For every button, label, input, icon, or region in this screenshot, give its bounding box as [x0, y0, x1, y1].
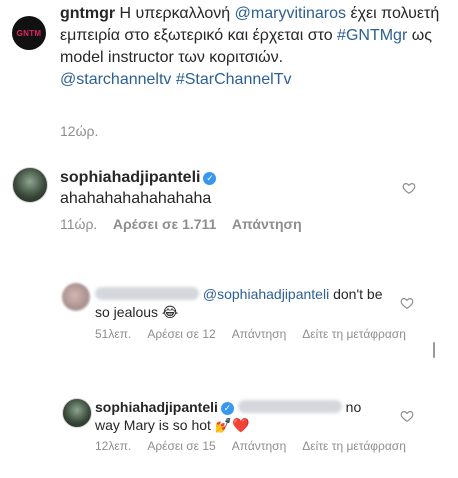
- caption-mention-mary[interactable]: @maryvitinaros: [235, 5, 346, 22]
- comment-reply-button[interactable]: Απάντηση: [232, 216, 302, 232]
- comment-username[interactable]: sophiahadjipanteli: [60, 169, 200, 186]
- verified-badge-icon: ✓: [220, 402, 234, 415]
- reply-1-username-blurred[interactable]: [95, 287, 199, 300]
- reply-2-avatar[interactable]: [62, 398, 92, 428]
- caption-text-1: Η υπερκαλλονή: [115, 5, 235, 22]
- comment-avatar[interactable]: [12, 167, 48, 203]
- reply-2-body: sophiahadjipanteli ✓ no way Mary is so ho…: [95, 398, 385, 434]
- heart-outline-icon[interactable]: [402, 181, 416, 195]
- reply-1-time: 51λεπ.: [95, 327, 132, 341]
- reply-2-reply-button[interactable]: Απάντηση: [232, 439, 287, 453]
- comment-time: 11ώρ.: [60, 216, 98, 232]
- post-caption: gntmgr Η υπερκαλλονή @maryvitinaros έχει…: [60, 3, 450, 91]
- reply-2-likes[interactable]: Αρέσει σε 15: [147, 439, 215, 453]
- reply-2-mention-blurred[interactable]: [237, 400, 342, 413]
- comment-text: ahahahahahahahaha: [60, 190, 212, 207]
- caption-mention-starchannel[interactable]: @starchanneltv: [60, 71, 171, 88]
- caption-hashtag-starchannel[interactable]: #StarChannelTv: [176, 71, 292, 88]
- comment-body: sophiahadjipanteli ✓: [60, 168, 217, 188]
- reply-2-meta: 12λεπ. Αρέσει σε 15 Απάντηση Δείτε τη με…: [95, 439, 406, 453]
- reply-1-body: @sophiahadjipanteli don't be so jealous …: [95, 285, 385, 321]
- caption-hashtag-gntmgr[interactable]: #GNTMgr: [337, 27, 407, 44]
- gntm-logo-text: GNTM: [16, 28, 42, 38]
- comment-likes[interactable]: Αρέσει σε 1.711: [113, 216, 216, 232]
- reply-1-translate-link[interactable]: Δείτε τη μετάφραση: [302, 327, 406, 341]
- gntmgr-avatar[interactable]: GNTM: [12, 16, 46, 50]
- reply-2-translate-link[interactable]: Δείτε τη μετάφραση: [302, 439, 406, 453]
- comment-meta: 11ώρ. Αρέσει σε 1.711 Απάντηση: [60, 216, 302, 232]
- reply-1-reply-button[interactable]: Απάντηση: [232, 327, 287, 341]
- scrollbar-thumb[interactable]: [433, 342, 435, 358]
- reply-2-username[interactable]: sophiahadjipanteli: [95, 399, 218, 415]
- reply-1-likes[interactable]: Αρέσει σε 12: [147, 327, 215, 341]
- reply-1-meta: 51λεπ. Αρέσει σε 12 Απάντηση Δείτε τη με…: [95, 327, 406, 341]
- reply-2-time: 12λεπ.: [95, 439, 132, 453]
- heart-outline-icon[interactable]: [400, 409, 414, 423]
- reply-1-avatar[interactable]: [62, 283, 90, 311]
- verified-badge-icon: ✓: [203, 172, 217, 185]
- post-username[interactable]: gntmgr: [60, 5, 115, 22]
- post-time: 12ώρ.: [60, 123, 99, 139]
- reply-1-mention[interactable]: @sophiahadjipanteli: [203, 286, 329, 302]
- heart-outline-icon[interactable]: [400, 296, 414, 310]
